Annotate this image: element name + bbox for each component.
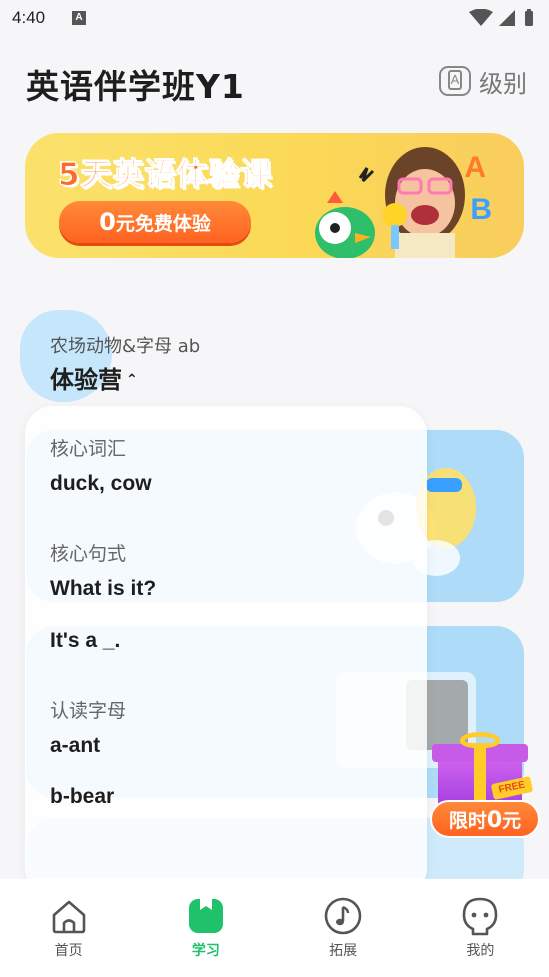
tab-home[interactable]: 首页 xyxy=(0,879,137,977)
sentence-heading: 核心句式 xyxy=(50,543,127,565)
tab-explore[interactable]: 拓展 xyxy=(275,879,412,977)
tab-label: 学习 xyxy=(191,943,220,959)
sentence-item: It's a _. xyxy=(50,629,121,652)
course-selector[interactable]: 体验营 ⌃ xyxy=(50,360,138,395)
home-icon xyxy=(52,900,85,934)
banner-title: 5天英语体验课 xyxy=(58,157,273,194)
vocab-heading: 核心词汇 xyxy=(50,438,127,460)
tab-study[interactable]: 学习 xyxy=(137,879,274,977)
vocab-value: duck, cow xyxy=(50,472,152,495)
tab-label: 首页 xyxy=(54,943,83,959)
banner-letter-a: A xyxy=(464,151,486,184)
sentence-item: What is it? xyxy=(50,577,157,600)
banner-cta-button[interactable]: 0元免费体验 xyxy=(59,201,251,243)
letter-item: a-ant xyxy=(50,734,101,757)
banner-letter-b: B xyxy=(470,193,492,226)
letters-heading: 认读字母 xyxy=(50,700,127,722)
status-time: 4:40 xyxy=(12,8,46,27)
course-subtitle: 农场动物&字母 ab xyxy=(50,336,201,357)
trial-course-banner[interactable]: 5天英语体验课 0元免费体验 A B xyxy=(25,133,524,258)
level-button[interactable]: A 级别 xyxy=(439,62,527,100)
music-note-icon xyxy=(324,897,362,935)
tab-label: 我的 xyxy=(466,943,495,959)
promo-label-value: 0 xyxy=(486,808,503,833)
course-name: 体验营 xyxy=(50,366,122,394)
gift-ribbon xyxy=(474,744,486,808)
level-a-icon: A xyxy=(439,66,471,96)
bottom-tab-bar: 首页 学习 拓展 我的 xyxy=(0,879,549,977)
level-label: 级别 xyxy=(479,69,527,98)
study-icon xyxy=(188,899,223,933)
gift-bow xyxy=(460,732,500,748)
status-bar: 4:40 A xyxy=(0,0,549,36)
notification-badge-icon: A xyxy=(72,11,86,25)
tab-label: 拓展 xyxy=(329,943,358,959)
promo-label: 限时0元 xyxy=(430,800,540,838)
tab-profile[interactable]: 我的 xyxy=(412,879,549,977)
limited-free-promo[interactable]: FREE 限时0元 xyxy=(430,728,542,838)
promo-label-prefix: 限时 xyxy=(448,810,487,832)
system-status-icons xyxy=(469,9,533,26)
chevron-up-icon: ⌃ xyxy=(126,372,138,388)
page-title: 英语伴学班Y1 xyxy=(26,67,245,106)
banner-illustration xyxy=(315,147,465,258)
promo-label-suffix: 元 xyxy=(502,810,522,832)
letter-item: b-bear xyxy=(50,785,115,808)
banner-cta-text: 元免费体验 xyxy=(115,213,211,235)
course-detail-popup: 核心词汇 duck, cow 核心句式 What is it? It's a _… xyxy=(25,406,427,896)
profile-icon xyxy=(463,897,498,936)
banner-cta-price: 0 xyxy=(99,208,116,236)
